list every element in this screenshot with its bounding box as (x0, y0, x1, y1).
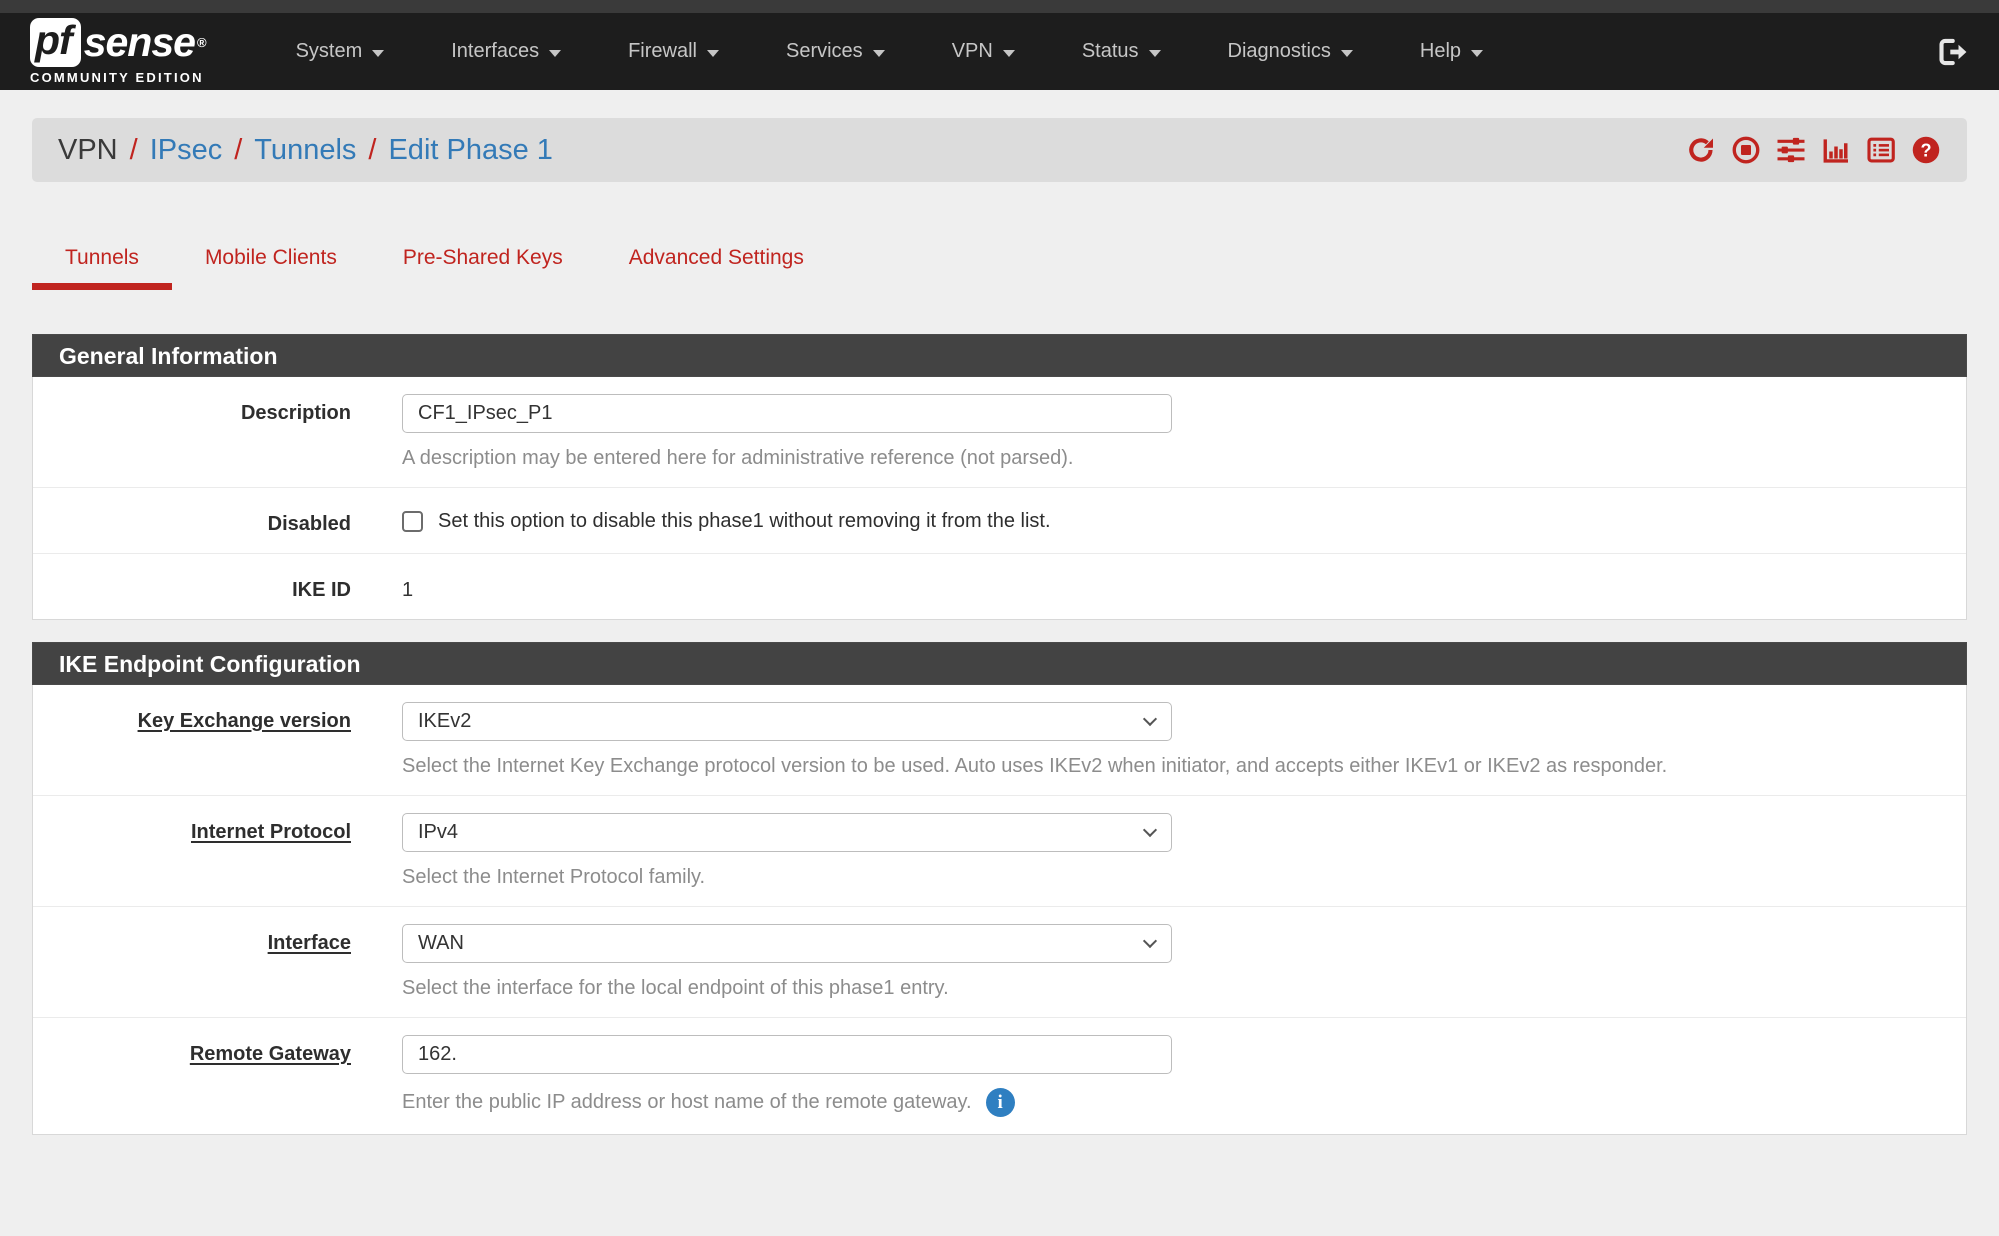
internet-protocol-select[interactable]: IPv4 (402, 813, 1172, 852)
remote-gateway-label: Remote Gateway (59, 1035, 351, 1117)
pfsense-logo[interactable]: pf sense ® COMMUNITY EDITION (30, 18, 206, 84)
interface-label: Interface (59, 924, 351, 1000)
interface-help: Select the interface for the local endpo… (402, 977, 1940, 1000)
stop-icon[interactable] (1731, 135, 1761, 165)
breadcrumb-separator: / (368, 134, 376, 167)
interface-select[interactable]: WAN (402, 924, 1172, 963)
svg-text:?: ? (1920, 140, 1931, 160)
top-navbar: pf sense ® COMMUNITY EDITION System Inte… (0, 13, 1999, 90)
help-icon[interactable]: ? (1911, 135, 1941, 165)
breadcrumb-root: VPN (58, 134, 118, 167)
nav-item-help[interactable]: Help (1420, 40, 1483, 63)
interface-selected: WAN (418, 932, 464, 955)
key-exchange-version-selected: IKEv2 (418, 710, 471, 733)
disabled-checkbox-text: Set this option to disable this phase1 w… (438, 510, 1051, 533)
sign-out-icon (1935, 35, 1969, 69)
caret-down-icon (873, 50, 885, 57)
interface-row: Interface WAN Select the interface for t… (33, 907, 1966, 1018)
remote-gateway-help: Enter the public IP address or host name… (402, 1088, 1940, 1117)
caret-down-icon (1003, 50, 1015, 57)
key-exchange-version-label: Key Exchange version (59, 702, 351, 778)
bar-chart-icon[interactable] (1821, 135, 1851, 165)
breadcrumb-actions: ? (1686, 135, 1941, 165)
description-help: A description may be entered here for ad… (402, 447, 1940, 470)
caret-down-icon (1341, 50, 1353, 57)
breadcrumb-link-tunnels[interactable]: Tunnels (254, 134, 356, 167)
internet-protocol-help: Select the Internet Protocol family. (402, 866, 1940, 889)
caret-down-icon (1149, 50, 1161, 57)
caret-down-icon (1471, 50, 1483, 57)
ike-id-row: IKE ID 1 (33, 554, 1966, 619)
sign-out-button[interactable] (1935, 35, 1969, 69)
tab-tunnels[interactable]: Tunnels (32, 240, 172, 290)
key-exchange-version-select[interactable]: IKEv2 (402, 702, 1172, 741)
window-top-strip (0, 0, 1999, 13)
nav-item-system[interactable]: System (296, 40, 385, 63)
sliders-icon[interactable] (1776, 135, 1806, 165)
key-exchange-version-row: Key Exchange version IKEv2 Select the In… (33, 685, 1966, 796)
registered-mark: ® (197, 35, 206, 50)
description-row: Description A description may be entered… (33, 377, 1966, 488)
disabled-label: Disabled (59, 505, 351, 536)
internet-protocol-row: Internet Protocol IPv4 Select the Intern… (33, 796, 1966, 907)
internet-protocol-selected: IPv4 (418, 821, 458, 844)
disabled-row: Disabled Set this option to disable this… (33, 488, 1966, 554)
sense-logo-text: sense (84, 19, 195, 66)
disabled-checkbox[interactable] (402, 511, 423, 532)
description-label: Description (59, 394, 351, 470)
breadcrumb-separator: / (130, 134, 138, 167)
log-list-icon[interactable] (1866, 135, 1896, 165)
nav-item-vpn[interactable]: VPN (952, 40, 1015, 63)
pf-logo-box: pf (30, 18, 81, 66)
breadcrumb-current-edit-phase-1[interactable]: Edit Phase 1 (388, 134, 552, 167)
ike-endpoint-configuration-section: IKE Endpoint Configuration Key Exchange … (32, 642, 1967, 1135)
community-edition-label: COMMUNITY EDITION (30, 70, 206, 85)
breadcrumb-link-ipsec[interactable]: IPsec (150, 134, 223, 167)
key-exchange-version-help: Select the Internet Key Exchange protoco… (402, 755, 1940, 778)
section-title-general-information: General Information (32, 334, 1967, 377)
info-icon[interactable]: i (986, 1088, 1015, 1117)
remote-gateway-row: Remote Gateway Enter the public IP addre… (33, 1018, 1966, 1134)
nav-item-diagnostics[interactable]: Diagnostics (1228, 40, 1353, 63)
general-information-section: General Information Description A descri… (32, 334, 1967, 620)
nav-menu: System Interfaces Firewall Services VPN … (296, 40, 1550, 63)
caret-down-icon (549, 50, 561, 57)
caret-down-icon (707, 50, 719, 57)
tab-pre-shared-keys[interactable]: Pre-Shared Keys (370, 240, 596, 290)
ike-id-label: IKE ID (59, 571, 351, 602)
section-title-ike-endpoint-configuration: IKE Endpoint Configuration (32, 642, 1967, 685)
breadcrumb-separator: / (234, 134, 242, 167)
internet-protocol-label: Internet Protocol (59, 813, 351, 889)
tab-bar: Tunnels Mobile Clients Pre-Shared Keys A… (32, 240, 1967, 290)
nav-item-status[interactable]: Status (1082, 40, 1161, 63)
remote-gateway-input[interactable] (402, 1035, 1172, 1074)
refresh-icon[interactable] (1686, 135, 1716, 165)
caret-down-icon (372, 50, 384, 57)
breadcrumb: VPN / IPsec / Tunnels / Edit Phase 1 (32, 118, 1967, 182)
tab-mobile-clients[interactable]: Mobile Clients (172, 240, 370, 290)
nav-item-services[interactable]: Services (786, 40, 885, 63)
nav-item-firewall[interactable]: Firewall (628, 40, 719, 63)
pfsense-logo-text: pf sense ® (30, 18, 206, 66)
ike-id-value: 1 (402, 571, 1940, 602)
nav-item-interfaces[interactable]: Interfaces (451, 40, 561, 63)
tab-advanced-settings[interactable]: Advanced Settings (596, 240, 837, 290)
description-input[interactable] (402, 394, 1172, 433)
